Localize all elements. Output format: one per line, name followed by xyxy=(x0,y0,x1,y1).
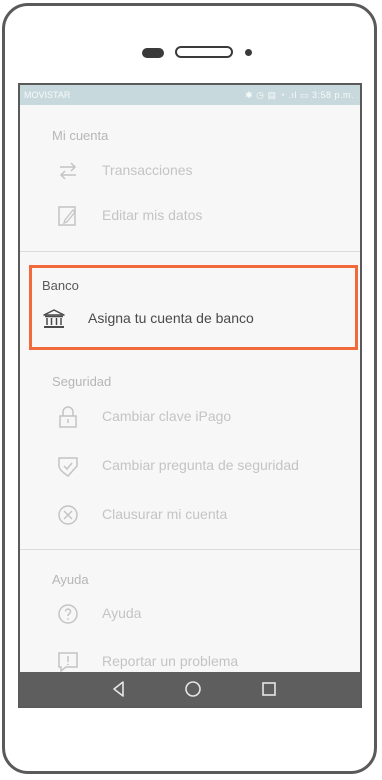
menu-item-label: Asigna tu cuenta de banco xyxy=(88,310,254,326)
clock: 3:58 p.m. xyxy=(311,90,354,100)
section-header-mi-cuenta: Mi cuenta xyxy=(52,128,109,143)
bank-icon xyxy=(43,309,65,328)
android-nav-bar xyxy=(20,672,360,706)
status-bar: MOVISTAR ✱ ◷ ▤ ◔ .ıl ▭ 3:58 p.m. xyxy=(20,85,360,105)
section-header-ayuda: Ayuda xyxy=(52,572,89,587)
phone-screen: MOVISTAR ✱ ◷ ▤ ◔ .ıl ▭ 3:58 p.m. Mi cuen… xyxy=(18,83,362,708)
banco-section-highlight: Banco Asigna tu cuenta de banco xyxy=(29,265,358,350)
recents-icon[interactable] xyxy=(258,678,280,700)
menu-item-label: Clausurar mi cuenta xyxy=(102,506,228,522)
lock-icon xyxy=(59,406,77,428)
section-divider xyxy=(20,251,360,252)
menu-item-label: Transacciones xyxy=(102,162,193,178)
home-icon[interactable] xyxy=(182,678,204,700)
front-camera xyxy=(245,49,252,56)
section-header-banco: Banco xyxy=(42,278,79,293)
menu-item-editar-datos[interactable]: Editar mis datos xyxy=(50,202,340,230)
shield-check-icon xyxy=(58,457,78,477)
carrier-label: MOVISTAR xyxy=(24,90,71,100)
edit-icon xyxy=(58,206,76,226)
back-icon[interactable] xyxy=(108,678,130,700)
menu-item-clausurar-cuenta[interactable]: Clausurar mi cuenta xyxy=(50,501,340,529)
menu-item-label: Cambiar pregunta de seguridad xyxy=(102,457,299,473)
menu-item-asigna-cuenta-banco[interactable]: Asigna tu cuenta de banco xyxy=(36,305,326,333)
menu-item-label: Ayuda xyxy=(102,605,142,621)
status-icons: ✱ ◷ ▤ ◔ .ıl ▭ 3:58 p.m. xyxy=(245,85,354,105)
transfer-arrows-icon xyxy=(59,162,77,180)
menu-item-cambiar-pregunta[interactable]: Cambiar pregunta de seguridad xyxy=(50,452,340,480)
section-header-seguridad: Seguridad xyxy=(52,374,112,389)
status-icons-glyphs: ✱ ◷ ▤ ◔ .ıl ▭ xyxy=(245,90,312,100)
close-circle-icon xyxy=(58,505,78,525)
menu-item-label: Reportar un problema xyxy=(102,653,239,669)
report-icon xyxy=(58,652,78,673)
menu-item-transacciones[interactable]: Transacciones xyxy=(50,157,340,185)
earpiece-speaker xyxy=(175,46,233,58)
menu-item-ayuda[interactable]: Ayuda xyxy=(50,600,340,628)
help-circle-icon xyxy=(58,604,78,624)
menu-item-label: Cambiar clave iPago xyxy=(102,408,232,424)
section-divider xyxy=(20,549,360,550)
menu-item-cambiar-clave[interactable]: Cambiar clave iPago xyxy=(50,403,340,431)
menu-item-label: Editar mis datos xyxy=(102,207,203,223)
front-sensor xyxy=(142,48,164,58)
